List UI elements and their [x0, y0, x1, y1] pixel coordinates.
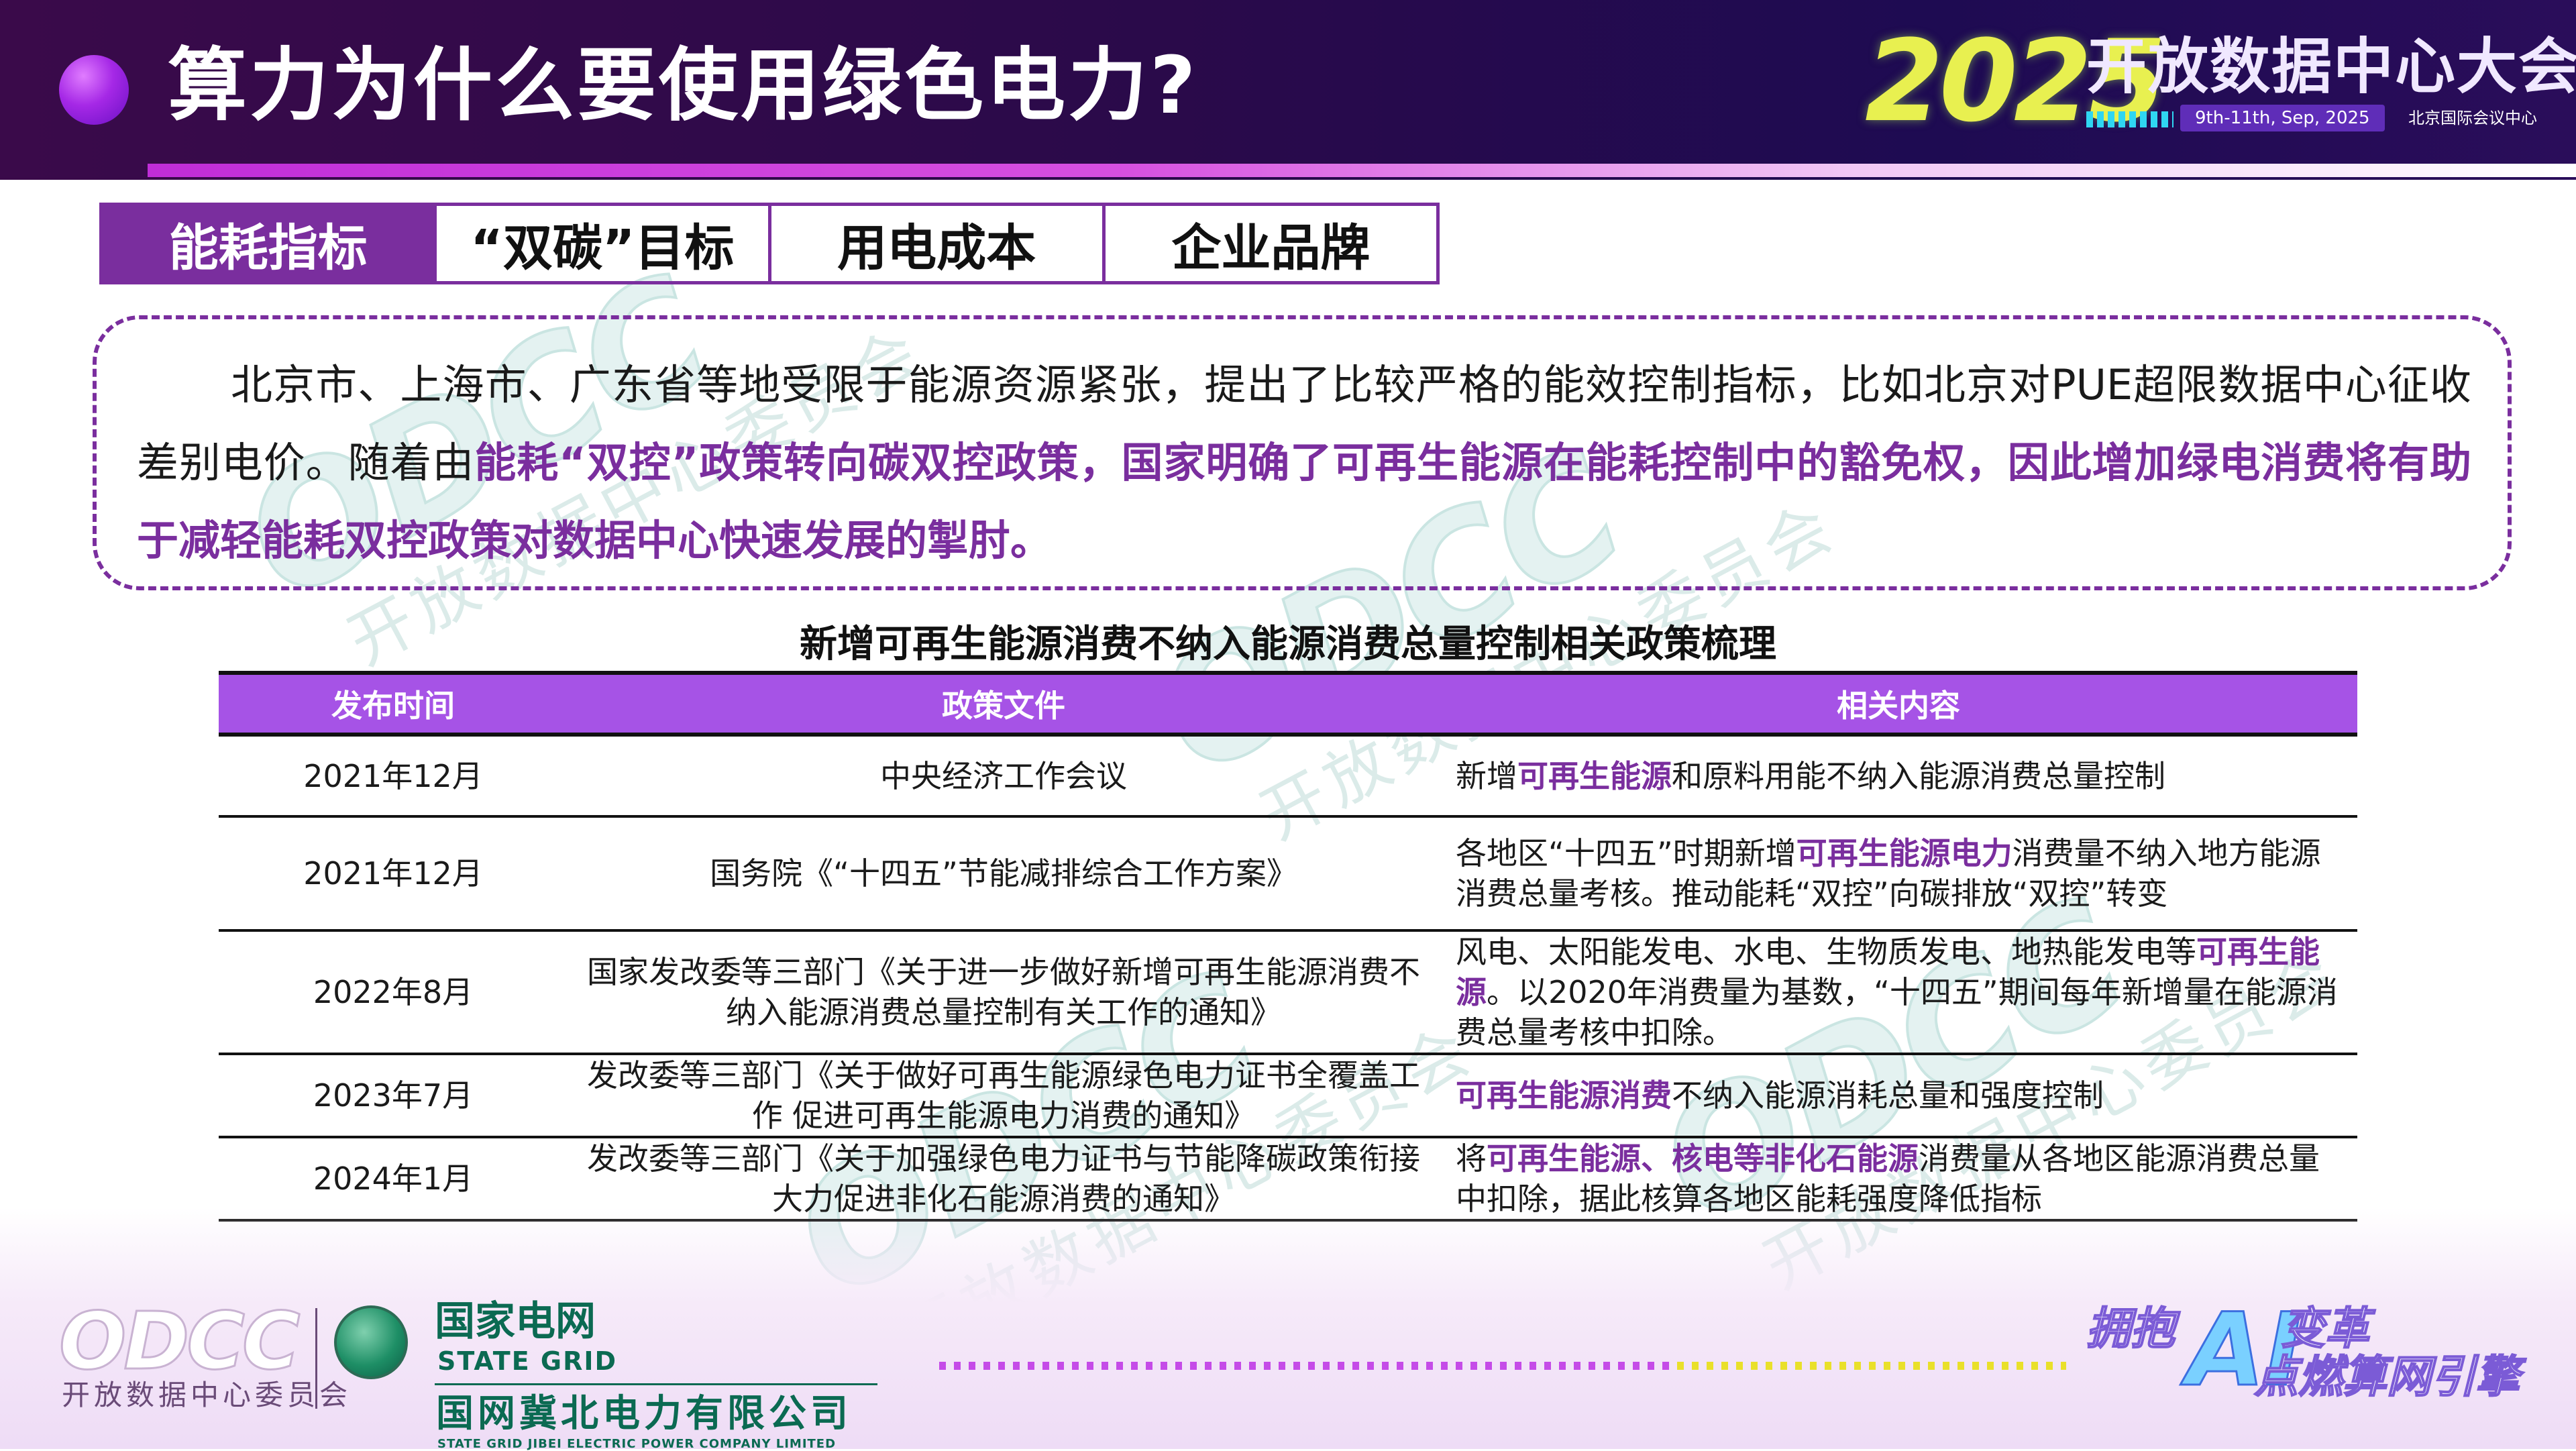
- title-bullet-icon: [59, 55, 129, 125]
- state-grid-underline: [435, 1383, 877, 1385]
- cell-content: 新增可再生能源和原料用能不纳入能源消费总量控制: [1440, 735, 2357, 818]
- event-date: 9th-11th, Sep, 2025: [2180, 105, 2385, 131]
- content-highlight: 可再生能源: [1517, 757, 1672, 794]
- event-stripes-icon: [2086, 111, 2174, 127]
- table-row: 2021年12月 中央经济工作会议 新增可再生能源和原料用能不纳入能源消费总量控制: [219, 735, 2357, 818]
- jibei-company-name: 国网冀北电力有限公司: [436, 1392, 852, 1436]
- cell-document: 国务院《“十四五”节能减排综合工作方案》: [568, 816, 1440, 932]
- header-document: 政策文件: [568, 671, 1440, 737]
- cell-date: 2022年8月: [219, 930, 568, 1055]
- header-accent-line: [148, 164, 2576, 177]
- cell-content: 可再生能源消费不纳入能源消耗总量和强度控制: [1440, 1054, 2357, 1138]
- table-row: 2021年12月 国务院《“十四五”节能减排综合工作方案》 各地区“十四五”时期新增…: [219, 816, 2357, 932]
- intro-highlight: 能耗“双控”政策转向碳双控政策，国家明确了可再生能源在能耗控制中的豁免权，因此增…: [137, 438, 2471, 565]
- content-text: 将: [1456, 1140, 1487, 1177]
- content-highlight: 可再生能源电力: [1796, 835, 2012, 871]
- tab-electricity-cost[interactable]: 用电成本: [767, 206, 1102, 281]
- footer-dots-decoration: [939, 1362, 2066, 1370]
- tab-dual-carbon[interactable]: “双碳”目标: [433, 206, 767, 281]
- table-row: 2022年8月 国家发改委等三部门《关于进一步做好新增可再生能源消费不纳入能源消费…: [219, 930, 2357, 1055]
- page-title: 算力为什么要使用绿色电力?: [168, 39, 1199, 131]
- slogan-part-1: 拥抱: [2086, 1303, 2176, 1354]
- content-text: 和原料用能不纳入能源消费总量控制: [1672, 757, 2165, 794]
- cell-date: 2021年12月: [219, 816, 568, 932]
- topic-tabs: 能耗指标 “双碳”目标 用电成本 企业品牌: [99, 203, 1440, 284]
- event-logo: 2025 开放数据中心大会 9th-11th, Sep, 2025 北京国际会议…: [1865, 25, 2576, 138]
- cell-document: 国家发改委等三部门《关于进一步做好新增可再生能源消费不纳入能源消费总量控制有关工…: [568, 930, 1440, 1055]
- event-name: 开放数据中心大会: [2086, 32, 2576, 102]
- content-text: 风电、太阳能发电、水电、生物质发电、地热能发电等: [1456, 934, 2196, 970]
- policy-table: 发布时间 政策文件 相关内容 2021年12月 中央经济工作会议 新增可再生能源和原…: [219, 671, 2357, 1222]
- state-grid-name: 国家电网: [435, 1298, 596, 1345]
- cell-content: 各地区“十四五”时期新增可再生能源电力消费量不纳入地方能源消费总量考核。推动能耗…: [1440, 816, 2357, 932]
- cell-date: 2021年12月: [219, 735, 568, 818]
- content-highlight: 可再生能源、核电等非化石能源: [1487, 1140, 1919, 1177]
- slogan: 拥抱 AI 变革 点燃算网引擎: [2086, 1299, 2556, 1407]
- footer-divider: [315, 1308, 317, 1409]
- odcc-subtitle: 开放数据中心委员会: [62, 1379, 352, 1411]
- intro-paragraph: 北京市、上海市、广东省等地受限于能源资源紧张，提出了比较严格的能效控制指标，比如…: [137, 346, 2471, 580]
- cell-date: 2023年7月: [219, 1054, 568, 1138]
- content-text: 各地区“十四五”时期新增: [1456, 835, 1796, 871]
- jibei-company-name-en: STATE GRID JIBEI ELECTRIC POWER COMPANY …: [437, 1437, 837, 1451]
- content-text: 新增: [1456, 757, 1517, 794]
- slogan-part-2: 变革: [2280, 1303, 2370, 1354]
- header-bar: 算力为什么要使用绿色电力? 2025 开放数据中心大会 9th-11th, Se…: [0, 0, 2576, 180]
- table-header-row: 发布时间 政策文件 相关内容: [219, 671, 2357, 737]
- cell-document: 中央经济工作会议: [568, 735, 1440, 818]
- tab-energy-consumption[interactable]: 能耗指标: [103, 206, 434, 281]
- odcc-logo: ODCC: [58, 1295, 301, 1387]
- cell-content: 风电、太阳能发电、水电、生物质发电、地热能发电等可再生能源。以2020年消费量为…: [1440, 930, 2357, 1055]
- header-date: 发布时间: [219, 671, 568, 737]
- cell-document: 发改委等三部门《关于做好可再生能源绿色电力证书全覆盖工作 促进可再生能源电力消费…: [568, 1054, 1440, 1138]
- content-highlight: 可再生能源消费: [1456, 1077, 1672, 1114]
- slogan-part-3: 点燃算网引擎: [2253, 1351, 2520, 1403]
- table-title: 新增可再生能源消费不纳入能源消费总量控制相关政策梳理: [800, 623, 1776, 666]
- state-grid-emblem-icon: [334, 1305, 408, 1379]
- tab-corporate-brand[interactable]: 企业品牌: [1102, 206, 1436, 281]
- content-text: 。以2020年消费量为基数，“十四五”期间每年新增量在能源消费总量考核中扣除。: [1456, 974, 2338, 1051]
- content-text: 不纳入能源消耗总量和强度控制: [1672, 1077, 2104, 1114]
- intro-box: 北京市、上海市、广东省等地受限于能源资源紧张，提出了比较严格的能效控制指标，比如…: [93, 315, 2512, 590]
- event-venue: 北京国际会议中心: [2408, 109, 2537, 127]
- header-content: 相关内容: [1440, 671, 2357, 737]
- table-row: 2023年7月 发改委等三部门《关于做好可再生能源绿色电力证书全覆盖工作 促进可再…: [219, 1054, 2357, 1138]
- state-grid-name-en: STATE GRID: [437, 1346, 618, 1376]
